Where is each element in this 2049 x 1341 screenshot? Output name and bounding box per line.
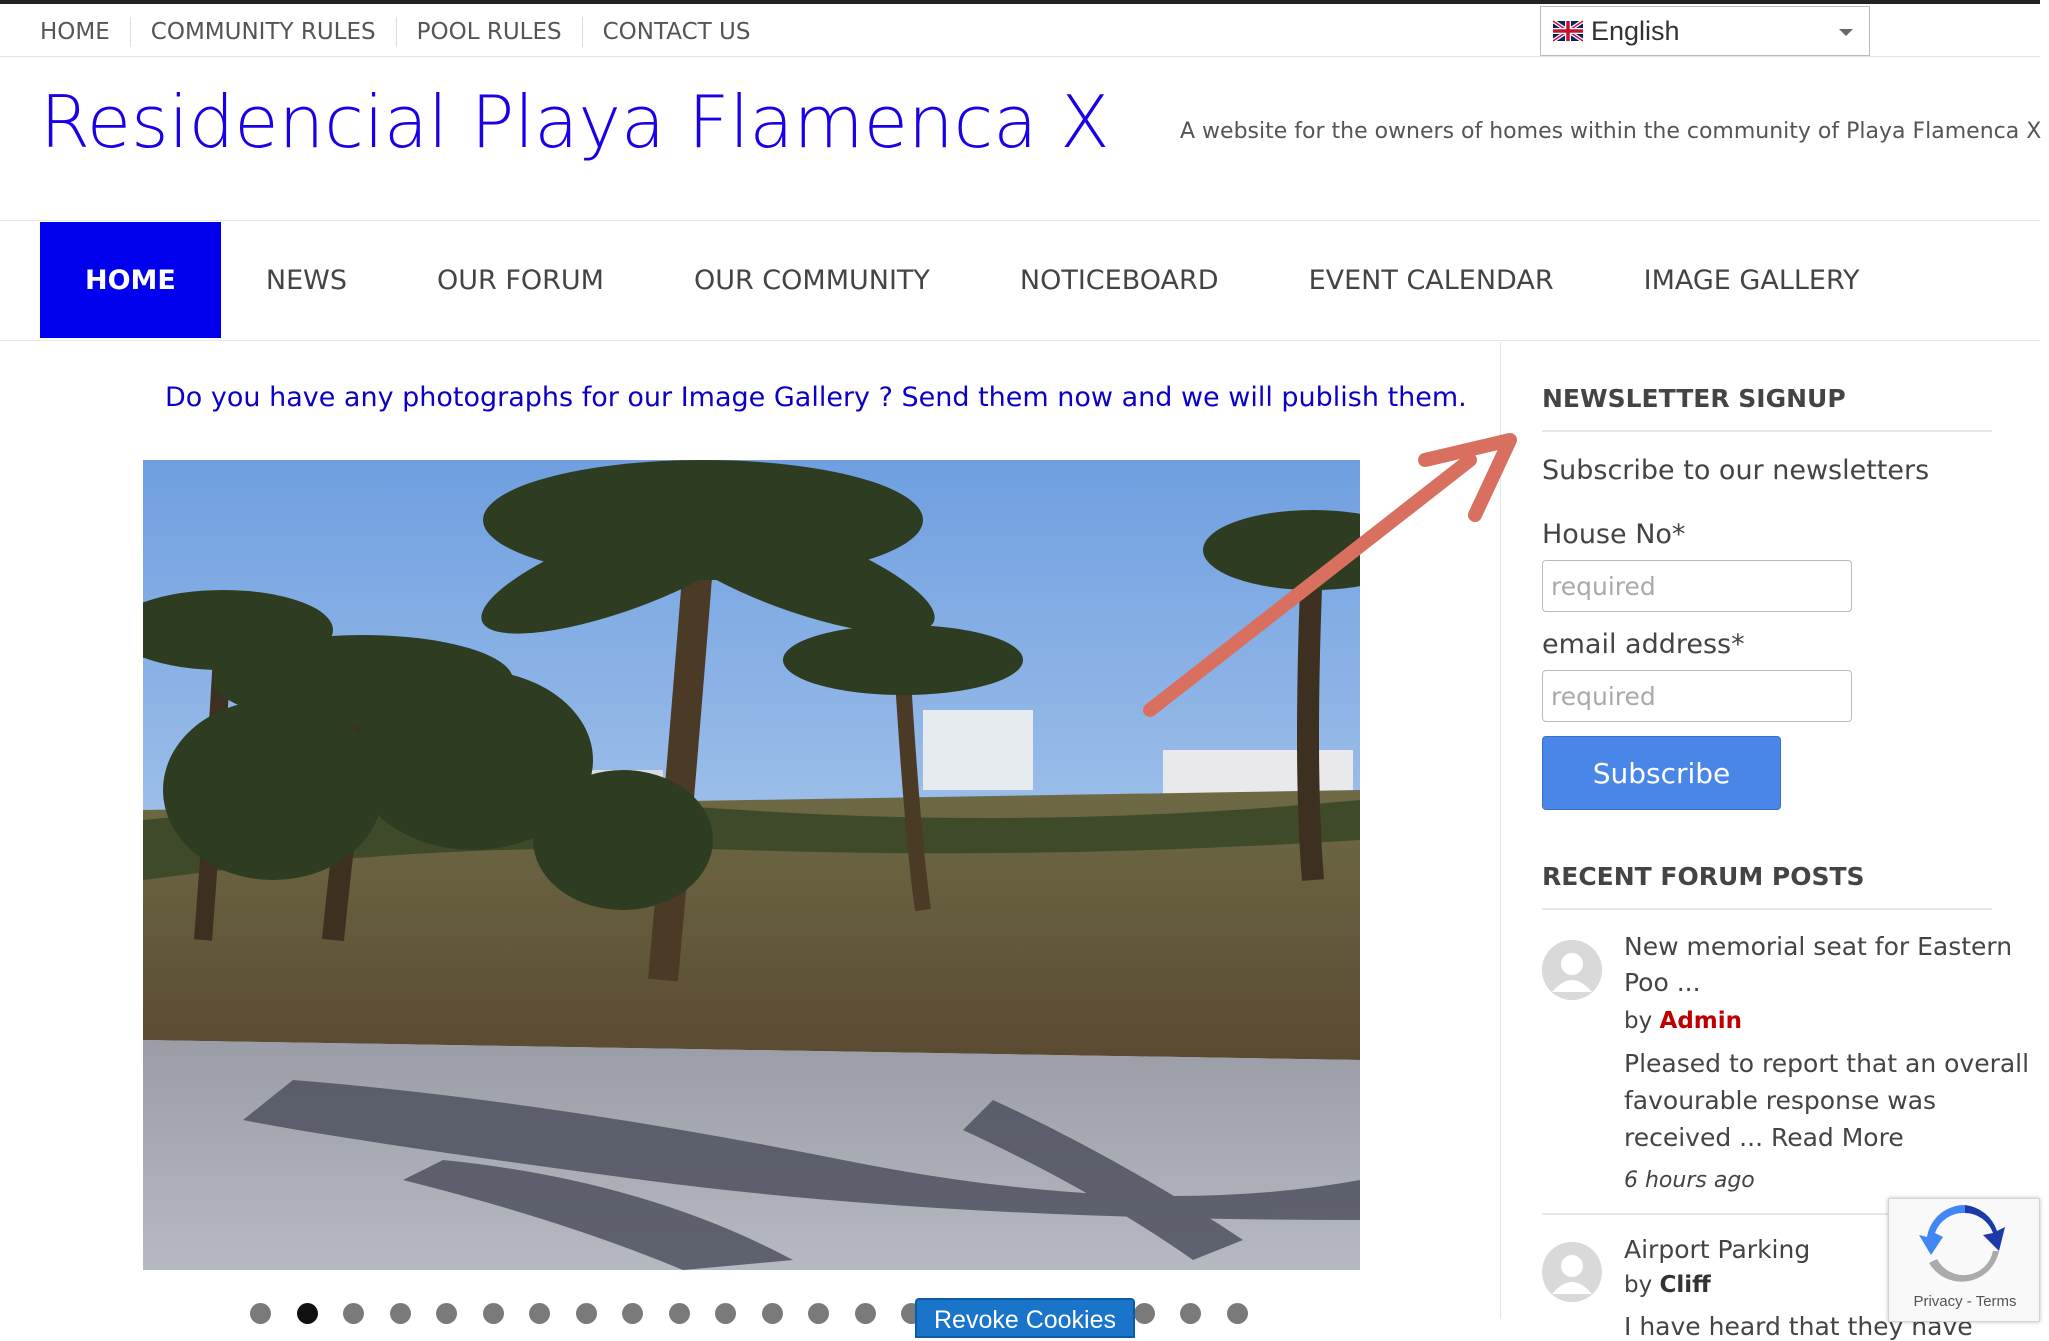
avatar <box>1542 1242 1602 1302</box>
nav-event-calendar[interactable]: EVENT CALENDAR <box>1264 222 1599 338</box>
slider-dot[interactable] <box>389 1303 411 1324</box>
post-author-line: by Cliff <box>1624 1272 1711 1298</box>
house-no-input[interactable] <box>1542 560 1852 612</box>
nav-news[interactable]: NEWS <box>221 222 392 338</box>
subscribe-button[interactable]: Subscribe <box>1542 736 1781 810</box>
slider-dot[interactable] <box>715 1303 736 1324</box>
topnav-pool-rules[interactable]: POOL RULES <box>395 17 582 47</box>
post-by-label: by <box>1624 1008 1653 1034</box>
newsletter-title: NEWSLETTER SIGNUP <box>1542 384 1846 413</box>
slider-dot[interactable] <box>343 1303 364 1324</box>
top-border <box>0 0 2040 4</box>
post-title[interactable]: Airport Parking <box>1624 1235 1810 1264</box>
slider-dot[interactable] <box>761 1303 783 1324</box>
post-author[interactable]: Cliff <box>1660 1272 1711 1298</box>
language-selected: English <box>1591 15 1680 46</box>
uk-flag-icon <box>1553 20 1583 42</box>
divider <box>0 56 2040 57</box>
post-author[interactable]: Admin <box>1660 1008 1743 1034</box>
slider-dot-active[interactable] <box>296 1303 318 1324</box>
post-author-line: by Admin <box>1624 1008 1742 1034</box>
email-label: email address* <box>1542 629 1745 660</box>
nav-our-forum[interactable]: OUR FORUM <box>392 222 649 338</box>
topnav-community-rules[interactable]: COMMUNITY RULES <box>129 17 396 47</box>
nav-noticeboard[interactable]: NOTICEBOARD <box>975 222 1264 338</box>
slider-dot[interactable] <box>854 1303 876 1324</box>
slider-dot[interactable] <box>529 1303 550 1324</box>
slider-dot[interactable] <box>482 1303 504 1324</box>
nav-our-community[interactable]: OUR COMMUNITY <box>649 222 975 338</box>
recaptcha-privacy-link[interactable]: Privacy <box>1913 1293 1962 1310</box>
post-title[interactable]: New memorial seat for Eastern <box>1624 932 2012 961</box>
divider <box>0 340 2040 341</box>
slider-dot[interactable] <box>668 1303 690 1324</box>
post-excerpt-read-more[interactable]: received ... Read More <box>1624 1123 1904 1152</box>
post-excerpt: Pleased to report that an overall <box>1624 1049 2030 1078</box>
recaptcha-links: Privacy - Terms <box>1889 1293 2041 1310</box>
slider-dot[interactable] <box>1180 1303 1201 1324</box>
recaptcha-separator: - <box>1962 1293 1976 1310</box>
slider-dot[interactable] <box>1133 1303 1155 1324</box>
slider-dot[interactable] <box>808 1303 829 1324</box>
language-select[interactable]: English <box>1540 6 1870 56</box>
divider <box>1542 430 1992 432</box>
topnav-home[interactable]: HOME <box>40 17 130 47</box>
recaptcha-icon <box>1919 1204 2005 1282</box>
post-by-label: by <box>1624 1272 1653 1298</box>
divider <box>1542 908 1992 910</box>
post-title-cont[interactable]: Poo ... <box>1624 968 1701 997</box>
post-time: 6 hours ago <box>1624 1168 1755 1193</box>
revoke-cookies-button[interactable]: Revoke Cookies <box>915 1298 1135 1338</box>
slider-dot[interactable] <box>436 1303 457 1324</box>
slider-dot[interactable] <box>250 1303 271 1324</box>
nav-home[interactable]: HOME <box>40 222 221 338</box>
chevron-down-icon <box>1839 29 1853 36</box>
nav-image-gallery[interactable]: IMAGE GALLERY <box>1599 222 1905 338</box>
recaptcha-badge[interactable]: Privacy - Terms <box>1888 1198 2040 1322</box>
user-icon <box>1542 940 1602 1000</box>
site-title[interactable]: Residencial Playa Flamenca X <box>40 80 1110 164</box>
slider-dot[interactable] <box>622 1303 643 1324</box>
avatar <box>1542 940 1602 1000</box>
slider-dot[interactable] <box>575 1303 597 1324</box>
main-navigation: HOME NEWS OUR FORUM OUR COMMUNITY NOTICE… <box>40 222 1905 338</box>
newsletter-subtitle: Subscribe to our newsletters <box>1542 455 1930 486</box>
topnav-contact-us[interactable]: CONTACT US <box>581 17 771 47</box>
house-no-label: House No* <box>1542 519 1686 550</box>
slider-dot[interactable] <box>1226 1303 1248 1324</box>
annotation-arrow-icon <box>1143 433 1517 717</box>
recaptcha-terms-link[interactable]: Terms <box>1976 1293 2017 1310</box>
forum-title: RECENT FORUM POSTS <box>1542 862 1865 891</box>
gallery-promo-text[interactable]: Do you have any photographs for our Imag… <box>165 382 1467 413</box>
email-input[interactable] <box>1542 670 1852 722</box>
user-icon <box>1542 1242 1602 1302</box>
post-excerpt: favourable response was <box>1624 1086 1937 1115</box>
top-navigation: HOME COMMUNITY RULES POOL RULES CONTACT … <box>40 14 770 50</box>
divider <box>0 220 2040 221</box>
site-tagline: A website for the owners of homes within… <box>1180 119 2042 144</box>
